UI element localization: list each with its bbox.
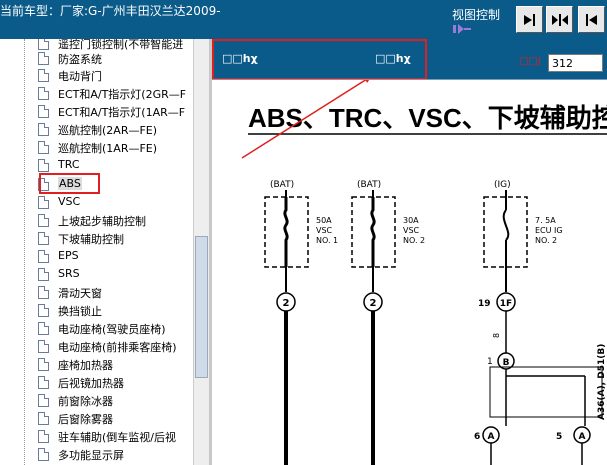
svg-text:5: 5 [556,432,562,442]
svg-text:(BAT): (BAT) [270,180,294,190]
tree-guide-line [24,39,26,465]
fuse-vsc-1: (BAT) 50A VSC NO. 1 2 [264,180,338,465]
document-icon [38,448,49,461]
scrollbar-thumb[interactable] [195,236,208,378]
document-icon [38,250,49,263]
current-model-title: 当前车型：厂家:G-广州丰田汉兰达2009- [0,4,221,18]
fuse-ecu-ig-2: (IG) 7. 5A ECU IG NO. 2 19 1F 8 1 B 6 A … [474,180,607,465]
highlight-box-abs [39,173,100,194]
document-icon [38,412,49,425]
svg-text:NO. 2: NO. 2 [403,236,425,245]
document-icon [38,286,49,299]
view-control-label: 视图控制 [452,8,501,22]
document-icon [38,69,49,82]
document-icon [38,141,49,154]
svg-text:A36(A), D51(B): A36(A), D51(B) [597,344,607,420]
document-icon [38,430,49,443]
highlight-box-header [212,39,427,80]
svg-text:NO. 2: NO. 2 [535,236,557,245]
split-view-button[interactable] [546,6,573,33]
expand-tree-button[interactable] [578,6,605,33]
svg-text:2: 2 [370,298,377,309]
document-tree: 遥控门锁控制(不带智能进 防盗系统 电动背门 ECT和A/T指示灯(2GR—F … [0,39,193,465]
svg-text:6: 6 [474,432,480,442]
document-icon [38,105,49,118]
document-icon [38,358,49,371]
document-icon [38,268,49,281]
document-icon [38,123,49,136]
title-bar: 当前车型：厂家:G-广州丰田汉兰达2009- 视图控制 [0,0,607,39]
document-icon [38,340,49,353]
svg-text:30A: 30A [403,216,419,225]
bar-arrow-left-icon [586,14,597,26]
svg-text:(BAT): (BAT) [357,180,381,190]
page-number-input[interactable] [548,54,603,72]
svg-text:1F: 1F [500,299,512,309]
document-icon [38,214,49,227]
svg-text:NO. 1: NO. 1 [316,236,338,245]
svg-text:50A: 50A [316,216,332,225]
document-icon [38,394,49,407]
svg-text:(IG): (IG) [494,180,511,190]
document-icon [38,322,49,335]
page-label: □□j [519,56,541,67]
diagram-title: ABS、TRC、VSC、下坡辅助控 [248,103,607,133]
svg-text:1: 1 [487,357,493,367]
document-icon [38,232,49,245]
document-icon [38,304,49,317]
arrow-right-bar-icon [524,14,535,26]
svg-text:ECU IG: ECU IG [535,226,563,235]
document-icon [38,159,49,172]
svg-text:A: A [579,432,586,442]
fuse-vsc-2: (BAT) 30A VSC NO. 2 2 [351,180,425,465]
document-icon [38,87,49,100]
svg-text:8: 8 [492,333,501,338]
tree-scrollbar[interactable] [193,39,209,465]
arrows-center-icon [552,14,568,26]
wiring-diagram: ABS、TRC、VSC、下坡辅助控 (BAT) 50A VSC NO. 1 2 … [241,80,607,465]
document-icon [38,196,49,209]
document-icon [38,376,49,389]
svg-text:VSC: VSC [403,226,420,235]
document-icon [38,52,49,65]
svg-text:7. 5A: 7. 5A [535,216,556,225]
view-control-icon [453,24,471,34]
svg-text:19: 19 [478,299,491,309]
svg-text:VSC: VSC [316,226,333,235]
svg-text:A: A [488,432,495,442]
document-icon [38,39,49,50]
collapse-tree-button[interactable] [516,6,543,33]
svg-text:2: 2 [283,298,290,309]
